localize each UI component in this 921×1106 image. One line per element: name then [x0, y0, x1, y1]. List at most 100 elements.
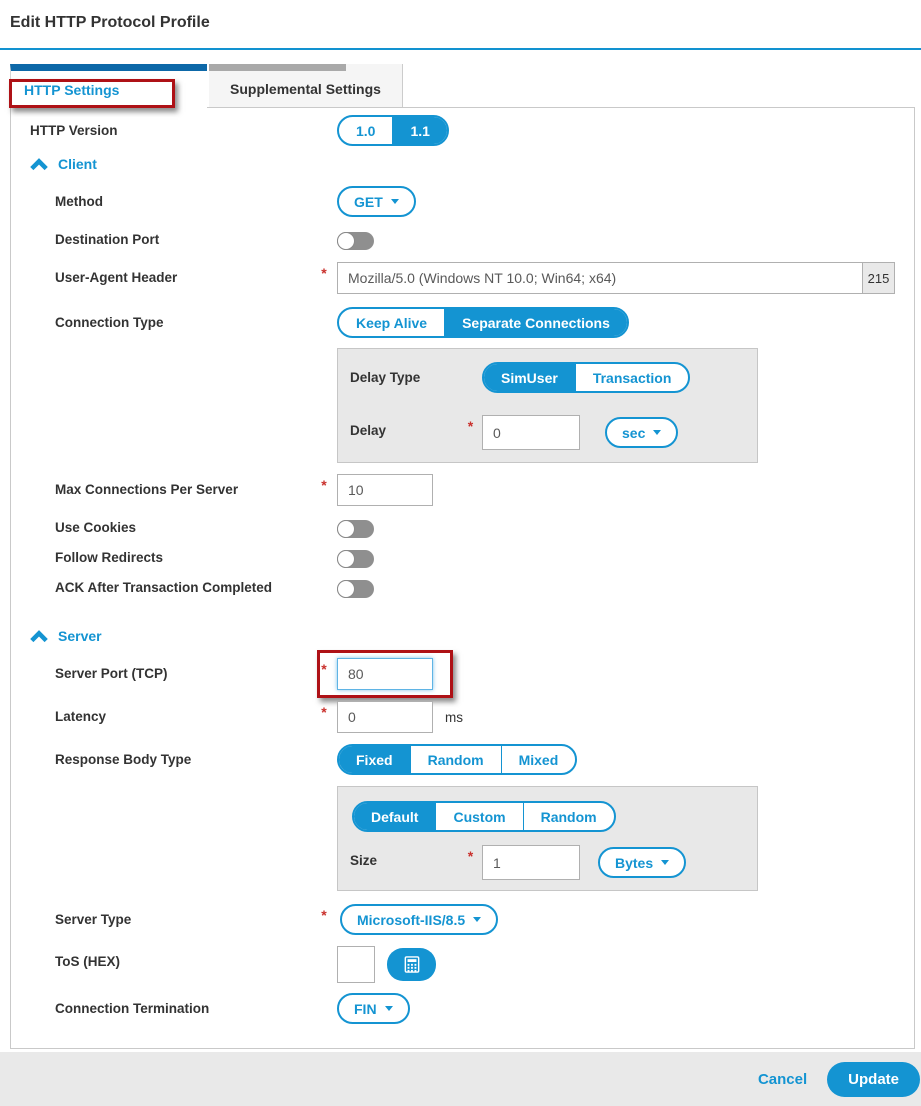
connection-termination-dropdown[interactable]: FIN [337, 993, 410, 1024]
connection-termination-value: FIN [354, 1001, 377, 1017]
follow-redirects-row: Follow Redirects [11, 549, 914, 568]
connection-termination-row: Connection Termination FIN [11, 993, 914, 1024]
caret-down-icon [385, 1006, 393, 1011]
server-port-input[interactable] [337, 658, 433, 690]
connection-type-option-keep-alive[interactable]: Keep Alive [339, 309, 444, 336]
http-version-row: HTTP Version 1.0 1.1 [11, 115, 914, 146]
destination-port-label: Destination Port [11, 231, 311, 248]
server-type-dropdown[interactable]: Microsoft-IIS/8.5 [340, 904, 498, 935]
tab-bar: HTTP Settings Supplemental Settings [10, 64, 921, 107]
http-version-option-1-1[interactable]: 1.1 [392, 117, 446, 144]
user-agent-label: User-Agent Header [11, 262, 311, 286]
http-version-label: HTTP Version [11, 115, 311, 139]
chevron-up-icon [30, 158, 48, 171]
follow-redirects-toggle[interactable] [337, 550, 374, 568]
connection-type-segmented: Keep Alive Separate Connections [337, 307, 629, 338]
use-cookies-toggle[interactable] [337, 520, 374, 538]
caret-down-icon [391, 199, 399, 204]
tos-input[interactable] [337, 946, 375, 983]
latency-row: Latency * ms [11, 701, 914, 733]
server-type-value: Microsoft-IIS/8.5 [357, 912, 465, 928]
connection-type-row: Connection Type Keep Alive Separate Conn… [11, 307, 914, 338]
response-body-option-mixed[interactable]: Mixed [501, 746, 576, 773]
toggle-knob [337, 520, 355, 538]
body-source-row: Default Custom Random [338, 801, 757, 832]
client-section-header[interactable]: Client [11, 156, 914, 172]
required-marker: * [459, 415, 482, 434]
response-body-option-random[interactable]: Random [410, 746, 501, 773]
ack-after-transaction-row: ACK After Transaction Completed [11, 579, 914, 598]
required-marker: * [459, 845, 482, 864]
tab-http-settings-label: HTTP Settings [24, 82, 119, 98]
size-label: Size [338, 845, 459, 868]
latency-label: Latency [11, 701, 311, 725]
method-dropdown-value: GET [354, 194, 383, 210]
delay-type-label: Delay Type [338, 362, 459, 385]
use-cookies-label: Use Cookies [11, 519, 311, 536]
server-section-header[interactable]: Server [11, 628, 914, 644]
response-body-type-row: Response Body Type Fixed Random Mixed [11, 744, 914, 775]
delay-type-option-simuser[interactable]: SimUser [484, 364, 575, 391]
dialog-footer: Cancel Update [0, 1052, 921, 1106]
server-port-label: Server Port (TCP) [11, 658, 311, 682]
connection-termination-label: Connection Termination [11, 993, 311, 1017]
max-connections-label: Max Connections Per Server [11, 474, 311, 498]
caret-down-icon [661, 860, 669, 865]
server-port-row: Server Port (TCP) * [11, 658, 914, 690]
server-type-label: Server Type [11, 904, 311, 928]
latency-input[interactable] [337, 701, 433, 733]
required-marker: * [311, 904, 337, 923]
method-label: Method [11, 186, 311, 210]
user-agent-input[interactable] [337, 262, 895, 294]
delay-type-row: Delay Type SimUser Transaction [338, 362, 757, 393]
http-version-segmented: 1.0 1.1 [337, 115, 449, 146]
toggle-knob [337, 550, 355, 568]
caret-down-icon [653, 430, 661, 435]
toggle-knob [337, 580, 355, 598]
tos-label: ToS (HEX) [11, 946, 311, 970]
max-connections-input[interactable] [337, 474, 433, 506]
ack-after-transaction-toggle[interactable] [337, 580, 374, 598]
response-body-option-fixed[interactable]: Fixed [339, 746, 410, 773]
title-divider [0, 48, 921, 50]
body-size-sub-panel: Default Custom Random Size * Bytes [337, 786, 758, 891]
delay-sub-panel: Delay Type SimUser Transaction Delay * s… [337, 348, 758, 463]
update-button[interactable]: Update [827, 1062, 920, 1097]
chevron-up-icon [30, 630, 48, 643]
delay-type-option-transaction[interactable]: Transaction [575, 364, 689, 391]
tab-supplemental-settings[interactable]: Supplemental Settings [209, 64, 403, 107]
tos-calculator-button[interactable] [387, 948, 436, 981]
size-row: Size * Bytes [338, 845, 757, 880]
destination-port-row: Destination Port [11, 231, 914, 250]
server-type-row: Server Type * Microsoft-IIS/8.5 [11, 904, 914, 935]
delay-label: Delay [338, 415, 459, 438]
follow-redirects-label: Follow Redirects [11, 549, 311, 566]
body-source-segmented: Default Custom Random [352, 801, 616, 832]
user-agent-row: User-Agent Header * 215 [11, 262, 914, 294]
destination-port-toggle[interactable] [337, 232, 374, 250]
tab-http-settings[interactable]: HTTP Settings [10, 64, 207, 108]
body-source-option-random[interactable]: Random [523, 803, 614, 830]
delay-input[interactable] [482, 415, 580, 450]
tab-supplemental-settings-label: Supplemental Settings [230, 81, 381, 97]
page-title: Edit HTTP Protocol Profile [0, 0, 921, 32]
toggle-knob [337, 232, 355, 250]
tos-row: ToS (HEX) [11, 946, 914, 983]
cancel-button[interactable]: Cancel [758, 1071, 807, 1088]
calculator-icon [404, 955, 420, 974]
size-input[interactable] [482, 845, 580, 880]
body-source-option-default[interactable]: Default [354, 803, 435, 830]
method-dropdown[interactable]: GET [337, 186, 416, 217]
size-unit-dropdown: Bytes [598, 847, 686, 878]
http-version-option-1-0[interactable]: 1.0 [339, 117, 392, 144]
body-source-option-custom[interactable]: Custom [435, 803, 522, 830]
required-marker: * [311, 658, 337, 677]
user-agent-length-counter: 215 [862, 263, 894, 293]
size-unit-value: Bytes [615, 855, 653, 871]
client-section-label: Client [58, 156, 97, 172]
connection-type-option-separate[interactable]: Separate Connections [444, 309, 627, 336]
delay-row: Delay * sec [338, 415, 757, 450]
delay-unit-value: sec [622, 425, 645, 441]
user-agent-input-wrap: 215 [337, 262, 895, 294]
delay-type-segmented: SimUser Transaction [482, 362, 690, 393]
